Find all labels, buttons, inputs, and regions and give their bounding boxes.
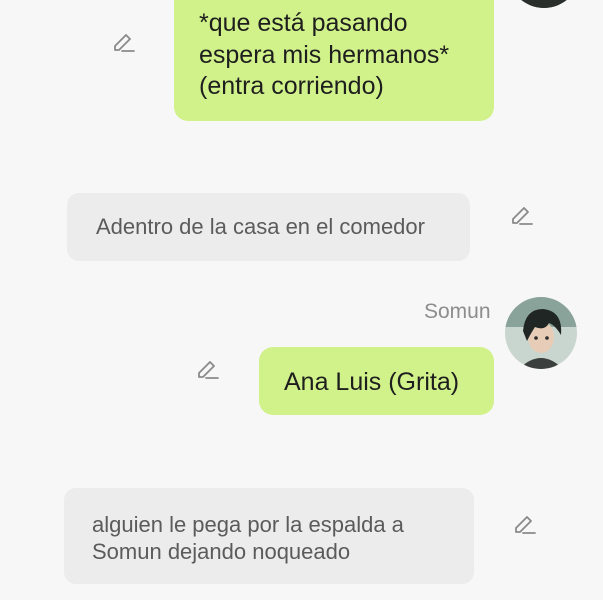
user-message-bubble[interactable]: *que está pasando espera mis hermanos* (… (174, 0, 494, 121)
edit-pencil-icon[interactable] (110, 30, 136, 56)
message-text: *que está pasando espera mis hermanos* (… (199, 9, 450, 100)
sender-name: Somun (424, 300, 491, 323)
avatar-top[interactable] (508, 0, 580, 8)
narration-bubble[interactable]: Adentro de la casa en el comedor (67, 193, 470, 261)
edit-pencil-icon[interactable] (194, 357, 220, 383)
message-text: Ana Luis (Grita) (284, 368, 460, 396)
edit-pencil-icon[interactable] (508, 203, 534, 229)
narration-text: alguien le pega por la espalda a Somun d… (92, 512, 404, 564)
chat-screen: *que está pasando espera mis hermanos* (… (0, 0, 603, 600)
edit-pencil-icon[interactable] (511, 512, 537, 538)
narration-bubble[interactable]: alguien le pega por la espalda a Somun d… (64, 488, 474, 584)
narration-text: Adentro de la casa en el comedor (96, 214, 425, 239)
character-message-bubble[interactable]: Ana Luis (Grita) (259, 347, 494, 415)
character-avatar[interactable] (505, 297, 577, 369)
